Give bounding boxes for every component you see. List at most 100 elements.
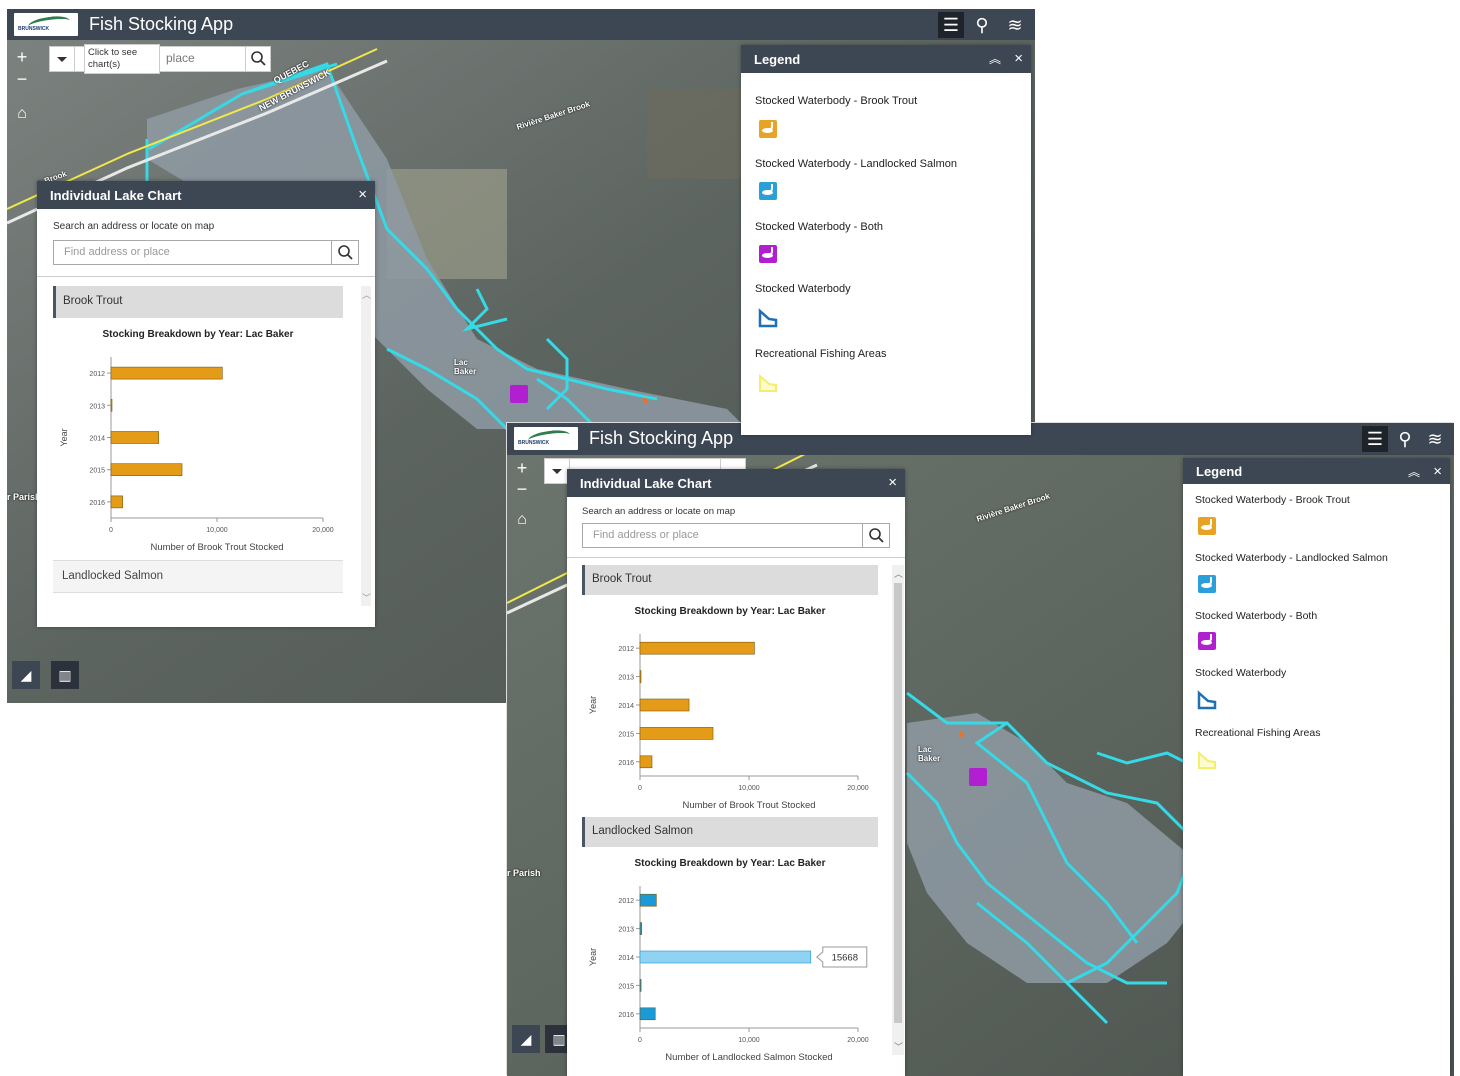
location-marker[interactable] [643,398,648,403]
brook-trout-chart: Stocking Breakdown by Year: Lac Baker Yea… [53,321,343,556]
x-tick-label: 0 [638,785,642,792]
zoom-in-button[interactable]: + [12,47,32,67]
zoom-in-button[interactable]: + [512,458,532,478]
section-title: Landlocked Salmon [592,825,694,837]
section-title: Landlocked Salmon [62,570,164,582]
bar [110,431,160,444]
chart-svg: Stocking Breakdown by Year: Lac Baker Yea… [588,858,869,1063]
legend-button[interactable]: ☰ [1362,426,1388,452]
both-fish-icon [759,245,777,263]
y-tick-label: 2014 [89,436,105,443]
close-icon[interactable]: × [1014,50,1023,67]
bar [639,979,642,992]
y-tick-label: 2015 [618,731,634,738]
x-axis-label: Number of Brook Trout Stocked [150,542,283,553]
search-icon [869,528,884,543]
x-tick-label: 10,000 [206,527,228,534]
chart-tool-button[interactable]: ◢ [512,1025,540,1053]
scroll-down-icon: ﹀ [362,593,372,603]
location-marker[interactable] [959,732,964,737]
legend-list-icon: ☰ [942,15,960,35]
map-search-bar[interactable]: place [49,46,271,72]
section-landlocked-salmon[interactable]: Landlocked Salmon [582,817,878,847]
legend-item-label: Stocked Waterbody [755,283,851,295]
scroll-thumb[interactable] [894,583,902,1023]
address-search-input[interactable]: Find address or place [53,240,359,265]
y-tick-label: 2013 [89,403,105,410]
collapse-icon[interactable]: ︽ [1408,463,1420,480]
salmon-fish-icon [759,182,777,200]
section-brook-trout[interactable]: Brook Trout [582,565,878,595]
x-tick-label: 10,000 [738,1037,760,1044]
stats-tool-button[interactable]: ▥ [51,661,79,689]
stocked-both-marker[interactable] [969,768,987,786]
chart-tool-button[interactable]: ◢ [12,661,40,689]
section-brook-trout[interactable]: Brook Trout [53,286,343,318]
bar [110,399,113,412]
scrollbar[interactable]: ︿ ﹀ [892,565,904,1055]
search-input-placeholder: Find address or place [64,246,170,258]
zoom-out-button[interactable]: − [512,479,532,499]
salmon-fish-icon [1198,575,1216,593]
scrollbar[interactable]: ︿ ﹀ [361,286,371,606]
location-button[interactable]: ⚲ [969,12,995,38]
search-button[interactable] [862,524,889,547]
layers-icon: ≋ [1007,15,1023,35]
bar [110,495,123,509]
bar [639,670,642,683]
x-tick-label: 20,000 [312,527,334,534]
y-tick-label: 2016 [89,500,105,507]
home-button[interactable]: ⌂ [12,105,32,125]
map-label-parish: r Parish [507,868,541,878]
x-tick-label: 10,000 [738,785,760,792]
bar-chart-icon: ▥ [552,1031,566,1047]
address-search-input[interactable]: Find address or place [582,523,890,548]
home-button[interactable]: ⌂ [512,511,532,531]
bar [639,893,657,907]
legend-item-label: Stocked Waterbody - Brook Trout [1195,494,1350,506]
section-landlocked-salmon[interactable]: Landlocked Salmon [53,560,343,593]
x-axis-label: Number of Landlocked Salmon Stocked [665,1052,832,1063]
search-icon [338,245,353,260]
y-tick-label: 2012 [618,646,634,653]
fishing-area-polygon-icon [759,373,777,392]
lake-chart-header: Individual Lake Chart × [567,469,905,497]
home-icon: ⌂ [17,105,27,122]
search-dropdown-button[interactable] [50,47,75,71]
divider [37,276,375,277]
close-icon[interactable]: × [1433,463,1442,480]
layers-button[interactable]: ≋ [1422,426,1448,452]
lake-chart-title: Individual Lake Chart [580,476,712,491]
layers-button[interactable]: ≋ [1002,12,1028,38]
legend-panel: Legend ︽ × Stocked Waterbody - Brook Tro… [1183,458,1450,1076]
legend-button[interactable]: ☰ [938,12,964,38]
search-button[interactable] [331,241,358,264]
y-tick-label: 2016 [618,1012,634,1019]
home-icon: ⌂ [517,511,527,528]
bar-tooltip-value: 15668 [832,953,858,964]
location-button[interactable]: ⚲ [1392,426,1418,452]
bar [110,366,223,380]
stocked-both-marker[interactable] [510,385,528,403]
x-tick-label: 0 [638,1037,642,1044]
legend-title: Legend [754,52,801,67]
legend-item-label: Recreational Fishing Areas [755,348,887,360]
legend-list-icon: ☰ [1366,429,1384,449]
bar [639,922,642,935]
scroll-up-icon: ︿ [362,290,372,300]
zoom-out-button[interactable]: − [12,69,32,89]
chart-svg: Stocking Breakdown by Year: Lac Baker Yea… [588,606,869,811]
bar [639,698,690,712]
collapse-icon[interactable]: ︽ [989,50,1001,67]
close-icon[interactable]: × [358,186,367,203]
legend-item-label: Stocked Waterbody - Brook Trout [755,95,918,107]
y-tick-label: 2012 [618,898,634,905]
close-icon[interactable]: × [888,474,897,491]
search-placeholder-fragment: place [166,51,195,65]
y-tick-label: 2014 [618,703,634,710]
y-tick-label: 2012 [89,371,105,378]
area-chart-icon: ◢ [520,1031,532,1047]
search-button[interactable] [245,47,270,71]
legend-item-label: Stocked Waterbody - Landlocked Salmon [755,158,957,170]
layers-icon: ≋ [1427,429,1443,449]
